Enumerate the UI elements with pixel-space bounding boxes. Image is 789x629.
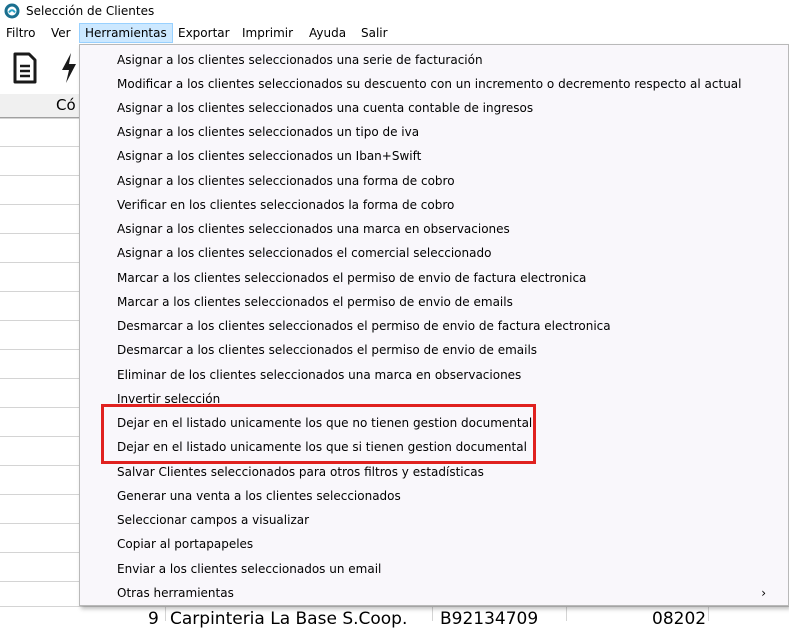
menu-salir[interactable]: Salir [356, 23, 393, 43]
menu-item-copiar-portapapeles[interactable]: Copiar al portapapeles [80, 532, 788, 556]
cell-postal-code[interactable]: 08202 [652, 609, 706, 629]
menu-item-marcar-factura-electronica[interactable]: Marcar a los clientes seleccionados el p… [80, 266, 788, 290]
menu-item-asignar-comercial[interactable]: Asignar a los clientes seleccionados el … [80, 241, 788, 265]
menu-item-desmarcar-emails[interactable]: Desmarcar a los clientes seleccionados e… [80, 338, 788, 362]
menu-imprimir[interactable]: Imprimir [237, 23, 298, 43]
lightning-icon[interactable] [60, 52, 78, 84]
cell-client-name[interactable]: Carpinteria La Base S.Coop. [170, 609, 407, 629]
menu-herramientas[interactable]: Herramientas [79, 23, 173, 43]
header-code[interactable]: Có [56, 96, 76, 114]
menu-item-asignar-iva[interactable]: Asignar a los clientes seleccionados un … [80, 120, 788, 144]
chevron-right-icon: › [761, 586, 766, 600]
menu-item-eliminar-marca[interactable]: Eliminar de los clientes seleccionados u… [80, 363, 788, 387]
menu-ayuda[interactable]: Ayuda [304, 23, 351, 43]
menu-item-seleccionar-campos[interactable]: Seleccionar campos a visualizar [80, 508, 788, 532]
cell-nif[interactable]: B92134709 [440, 609, 538, 629]
document-icon[interactable] [12, 52, 38, 84]
menu-item-asignar-forma-cobro[interactable]: Asignar a los clientes seleccionados una… [80, 169, 788, 193]
menu-item-verificar-forma-cobro[interactable]: Verificar en los clientes seleccionados … [80, 193, 788, 217]
menu-item-label: Otras herramientas [117, 586, 234, 600]
menu-item-marcar-emails[interactable]: Marcar a los clientes seleccionados el p… [80, 290, 788, 314]
window-title: Selección de Clientes [26, 4, 155, 18]
menu-item-asignar-iban[interactable]: Asignar a los clientes seleccionados un … [80, 144, 788, 168]
menu-ver[interactable]: Ver [46, 23, 76, 43]
menu-item-otras-herramientas[interactable]: Otras herramientas › [80, 581, 788, 605]
cell-row-number[interactable]: 9 [148, 609, 159, 629]
herramientas-dropdown: Asignar a los clientes seleccionados una… [79, 44, 789, 606]
menu-item-asignar-marca[interactable]: Asignar a los clientes seleccionados una… [80, 217, 788, 241]
title-bar: Selección de Clientes [0, 0, 789, 22]
menu-bar: Filtro Ver Herramientas Exportar Imprimi… [0, 23, 789, 43]
row-divider [0, 606, 789, 607]
menu-item-asignar-cuenta[interactable]: Asignar a los clientes seleccionados una… [80, 96, 788, 120]
menu-filtro[interactable]: Filtro [1, 23, 40, 43]
menu-item-desmarcar-factura-electronica[interactable]: Desmarcar a los clientes seleccionados e… [80, 314, 788, 338]
menu-item-generar-venta[interactable]: Generar una venta a los clientes selecci… [80, 484, 788, 508]
menu-item-modificar-descuento[interactable]: Modificar a los clientes seleccionados s… [80, 72, 788, 96]
menu-item-asignar-serie[interactable]: Asignar a los clientes seleccionados una… [80, 48, 788, 72]
menu-item-enviar-email[interactable]: Enviar a los clientes seleccionados un e… [80, 557, 788, 581]
highlight-annotation [101, 404, 536, 464]
app-logo-icon [4, 3, 20, 19]
menu-exportar[interactable]: Exportar [173, 23, 235, 43]
